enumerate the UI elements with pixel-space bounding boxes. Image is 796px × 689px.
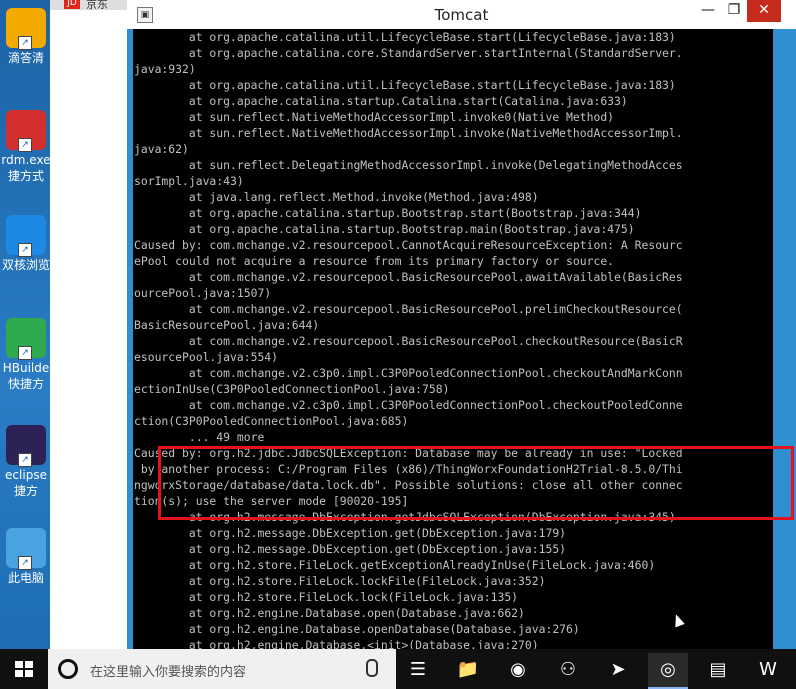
feishu-icon[interactable]: ➤ [598, 653, 638, 687]
console-line: at org.apache.catalina.startup.Catalina.… [134, 94, 628, 108]
console-line: at com.mchange.v2.resourcepool.BasicReso… [134, 270, 683, 284]
desktop-icon[interactable]: ↗ rdm.exe 捷方式 [0, 110, 52, 184]
desktop-icon-label: 滴答清 [7, 51, 44, 65]
taskbar-search[interactable]: 在这里输入你要搜索的内容 [48, 649, 396, 689]
shortcut-arrow-icon: ↗ [18, 138, 32, 152]
desktop-icon-label: 快捷方 [7, 377, 44, 391]
console-line: at org.apache.catalina.startup.Bootstrap… [134, 222, 635, 236]
console-line: at org.apache.catalina.util.LifecycleBas… [134, 78, 676, 92]
console-line: esourcePool.java:554) [134, 350, 279, 364]
minimize-button[interactable]: — [695, 0, 721, 22]
console-line: ction(C3P0PooledConnectionPool.java:685) [134, 414, 409, 428]
desktop-icon[interactable]: ↗ eclipse 捷方 [0, 425, 52, 499]
console-line: ectionInUse(C3P0PooledConnectionPool.jav… [134, 382, 450, 396]
console-line: sorImpl.java:43) [134, 174, 244, 188]
console-line: BasicResourcePool.java:644) [134, 318, 320, 332]
tomcat-window[interactable]: ▣ Tomcat — ❐ ✕ at org.apache.catalina.ut… [127, 0, 796, 649]
browser-tab-title: 京东 [86, 0, 108, 11]
shortcut-arrow-icon: ↗ [18, 346, 32, 360]
shortcut-arrow-icon: ↗ [18, 243, 32, 257]
desktop-icon[interactable]: ↗ HBuilde 快捷方 [0, 318, 52, 392]
taskbar: 在这里输入你要搜索的内容 ☰ 📁 ◉ ⚇ ➤ ◎ ▤ W [0, 649, 796, 689]
remote-desktop-icon[interactable]: ▤ [698, 653, 738, 687]
console-line: java:932) [134, 62, 196, 76]
jd-logo-icon: JD [64, 0, 80, 9]
shortcut-arrow-icon: ↗ [18, 36, 32, 50]
console-line: at org.apache.catalina.startup.Bootstrap… [134, 206, 642, 220]
console-line: at sun.reflect.DelegatingMethodAccessorI… [134, 158, 683, 172]
windows-logo-icon [25, 670, 33, 677]
console-line: at com.mchange.v2.resourcepool.BasicReso… [134, 334, 683, 348]
redis-desktop-icon: ↗ [6, 110, 46, 152]
desktop-icon-label: HBuilde [2, 361, 50, 375]
desktop-icon-label: 此电脑 [7, 571, 44, 585]
wps-icon[interactable]: W [748, 653, 788, 687]
firefox-icon[interactable]: ◉ [498, 653, 538, 687]
browser-icon: ↗ [6, 215, 46, 257]
cortana-icon [58, 659, 78, 679]
console-line: java:62) [134, 142, 189, 156]
shortcut-arrow-icon: ↗ [18, 556, 32, 570]
console-line: at com.mchange.v2.c3p0.impl.C3P0PooledCo… [134, 366, 683, 380]
console-line: ePool could not acquire a resource from … [134, 254, 615, 268]
desktop-icon-label: rdm.exe [1, 153, 51, 167]
console-line: at org.h2.store.FileLock.lockFile(FileLo… [134, 574, 546, 588]
desktop-icon-label: 双核浏览 [1, 258, 50, 272]
windows-logo-icon [25, 661, 33, 668]
console-line: Caused by: com.mchange.v2.resourcepool.C… [134, 238, 683, 252]
scrollbar[interactable] [773, 29, 790, 649]
windows-logo-icon [15, 661, 23, 668]
console-output[interactable]: at org.apache.catalina.util.LifecycleBas… [133, 29, 773, 649]
wechat-icon[interactable]: ⚇ [548, 653, 588, 687]
console-line: at org.h2.message.DbException.get(DbExce… [134, 542, 567, 556]
console-line: at org.h2.store.FileLock.getExceptionAlr… [134, 558, 656, 572]
close-button[interactable]: ✕ [747, 0, 781, 22]
console-line: at org.h2.store.FileLock.lock(FileLock.j… [134, 590, 519, 604]
console-line: at org.h2.message.DbException.get(DbExce… [134, 526, 567, 540]
console-line: at sun.reflect.NativeMethodAccessorImpl.… [134, 110, 615, 124]
desktop-icon-label: 捷方式 [7, 169, 44, 183]
maximize-button[interactable]: ❐ [721, 0, 747, 22]
console-line: at org.h2.engine.Database.<init>(Databas… [134, 638, 539, 649]
desktop: ↗ 滴答清 ↗ rdm.exe 捷方式 ↗ 双核浏览 ↗ HBuilde 快捷方 ↗ eclipse 捷… [0, 0, 796, 649]
windows-logo-icon [15, 670, 23, 677]
console-text: at org.apache.catalina.util.LifecycleBas… [133, 29, 773, 649]
console-line: at org.apache.catalina.core.StandardServ… [134, 46, 683, 60]
console-line: at sun.reflect.NativeMethodAccessorImpl.… [134, 126, 683, 140]
chrome-icon[interactable]: ◎ [648, 653, 688, 689]
didaqing-icon: ↗ [6, 8, 46, 50]
console-line: ourcePool.java:1507) [134, 286, 272, 300]
desktop-icon[interactable]: ↗ 此电脑 [0, 528, 52, 586]
microphone-icon[interactable] [366, 659, 378, 677]
file-explorer-icon[interactable]: 📁 [448, 653, 488, 687]
desktop-icon-label: 捷方 [13, 484, 38, 498]
shortcut-arrow-icon: ↗ [18, 453, 32, 467]
hbuilder-icon: ↗ [6, 318, 46, 360]
console-line: at java.lang.reflect.Method.invoke(Metho… [134, 190, 539, 204]
start-button[interactable] [0, 649, 48, 689]
console-line: at org.apache.catalina.util.LifecycleBas… [134, 30, 676, 44]
task-view-icon[interactable]: ☰ [398, 653, 438, 687]
console-line: at com.mchange.v2.resourcepool.BasicReso… [134, 302, 683, 316]
this-pc-icon: ↗ [6, 528, 46, 570]
desktop-icon[interactable]: ↗ 滴答清 [0, 8, 52, 66]
search-placeholder: 在这里输入你要搜索的内容 [90, 665, 247, 680]
desktop-icon[interactable]: ↗ 双核浏览 [0, 215, 52, 273]
console-line: at com.mchange.v2.c3p0.impl.C3P0PooledCo… [134, 398, 683, 412]
title-bar[interactable]: ▣ Tomcat — ❐ ✕ [127, 0, 796, 29]
console-line: ... 49 more [134, 430, 265, 444]
desktop-icon-label: eclipse [5, 468, 47, 482]
eclipse-icon: ↗ [6, 425, 46, 467]
error-highlight-box [158, 446, 794, 520]
